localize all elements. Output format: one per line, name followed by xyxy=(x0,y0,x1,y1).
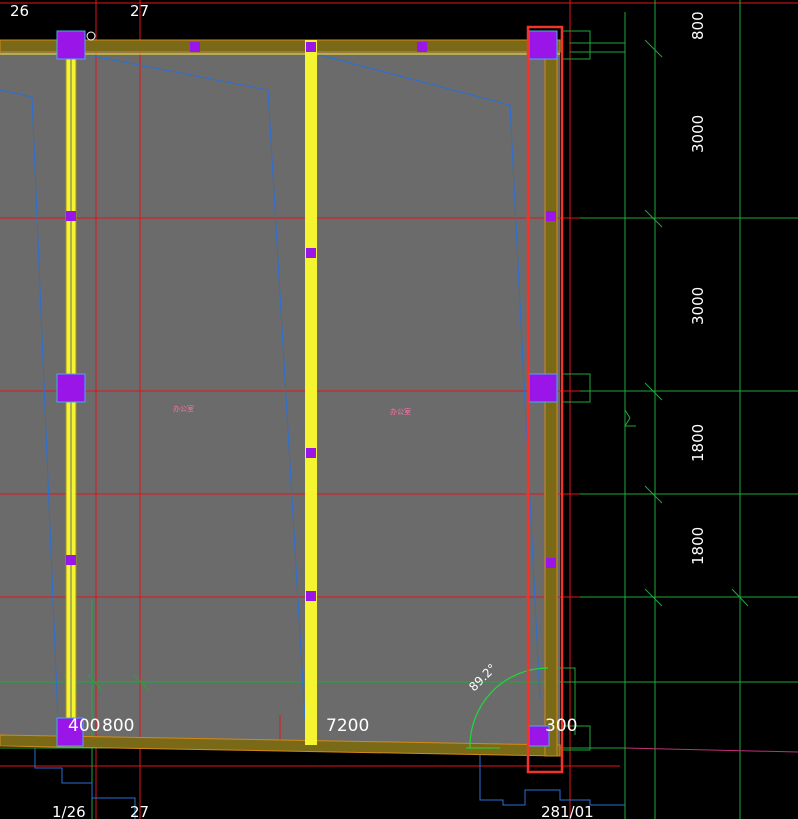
axis-label-bottom-1-26: 1/26 xyxy=(52,803,86,819)
room-label-left: 办公室 xyxy=(173,404,194,413)
dim-3000-lower: 3000 xyxy=(689,287,707,325)
axis-label-bottom-1-01: 1/01 xyxy=(560,803,594,819)
axis-label-top-26: 26 xyxy=(10,2,29,20)
dim-7200: 7200 xyxy=(326,716,369,736)
dim-3000-upper: 3000 xyxy=(689,115,707,153)
axis-bubbles[interactable] xyxy=(86,31,96,41)
cad-drawing-canvas[interactable]: 26 27 1/26 27 28 1/01 800 3000 3000 1800… xyxy=(0,0,798,819)
dim-1800-upper: 1800 xyxy=(689,424,707,462)
dim-800-bottom: 800 xyxy=(102,716,134,736)
axis-label-bottom-27: 27 xyxy=(130,803,149,819)
axis-label-top-27: 27 xyxy=(130,2,149,20)
dim-1800-lower: 1800 xyxy=(689,527,707,565)
dim-300: 300 xyxy=(545,716,577,736)
dim-800: 800 xyxy=(689,11,707,40)
room-label-right: 办公室 xyxy=(390,407,411,416)
axis-label-bottom-28: 28 xyxy=(541,803,560,819)
bottom-edge-line xyxy=(624,747,798,753)
dim-400: 400 xyxy=(68,716,100,736)
